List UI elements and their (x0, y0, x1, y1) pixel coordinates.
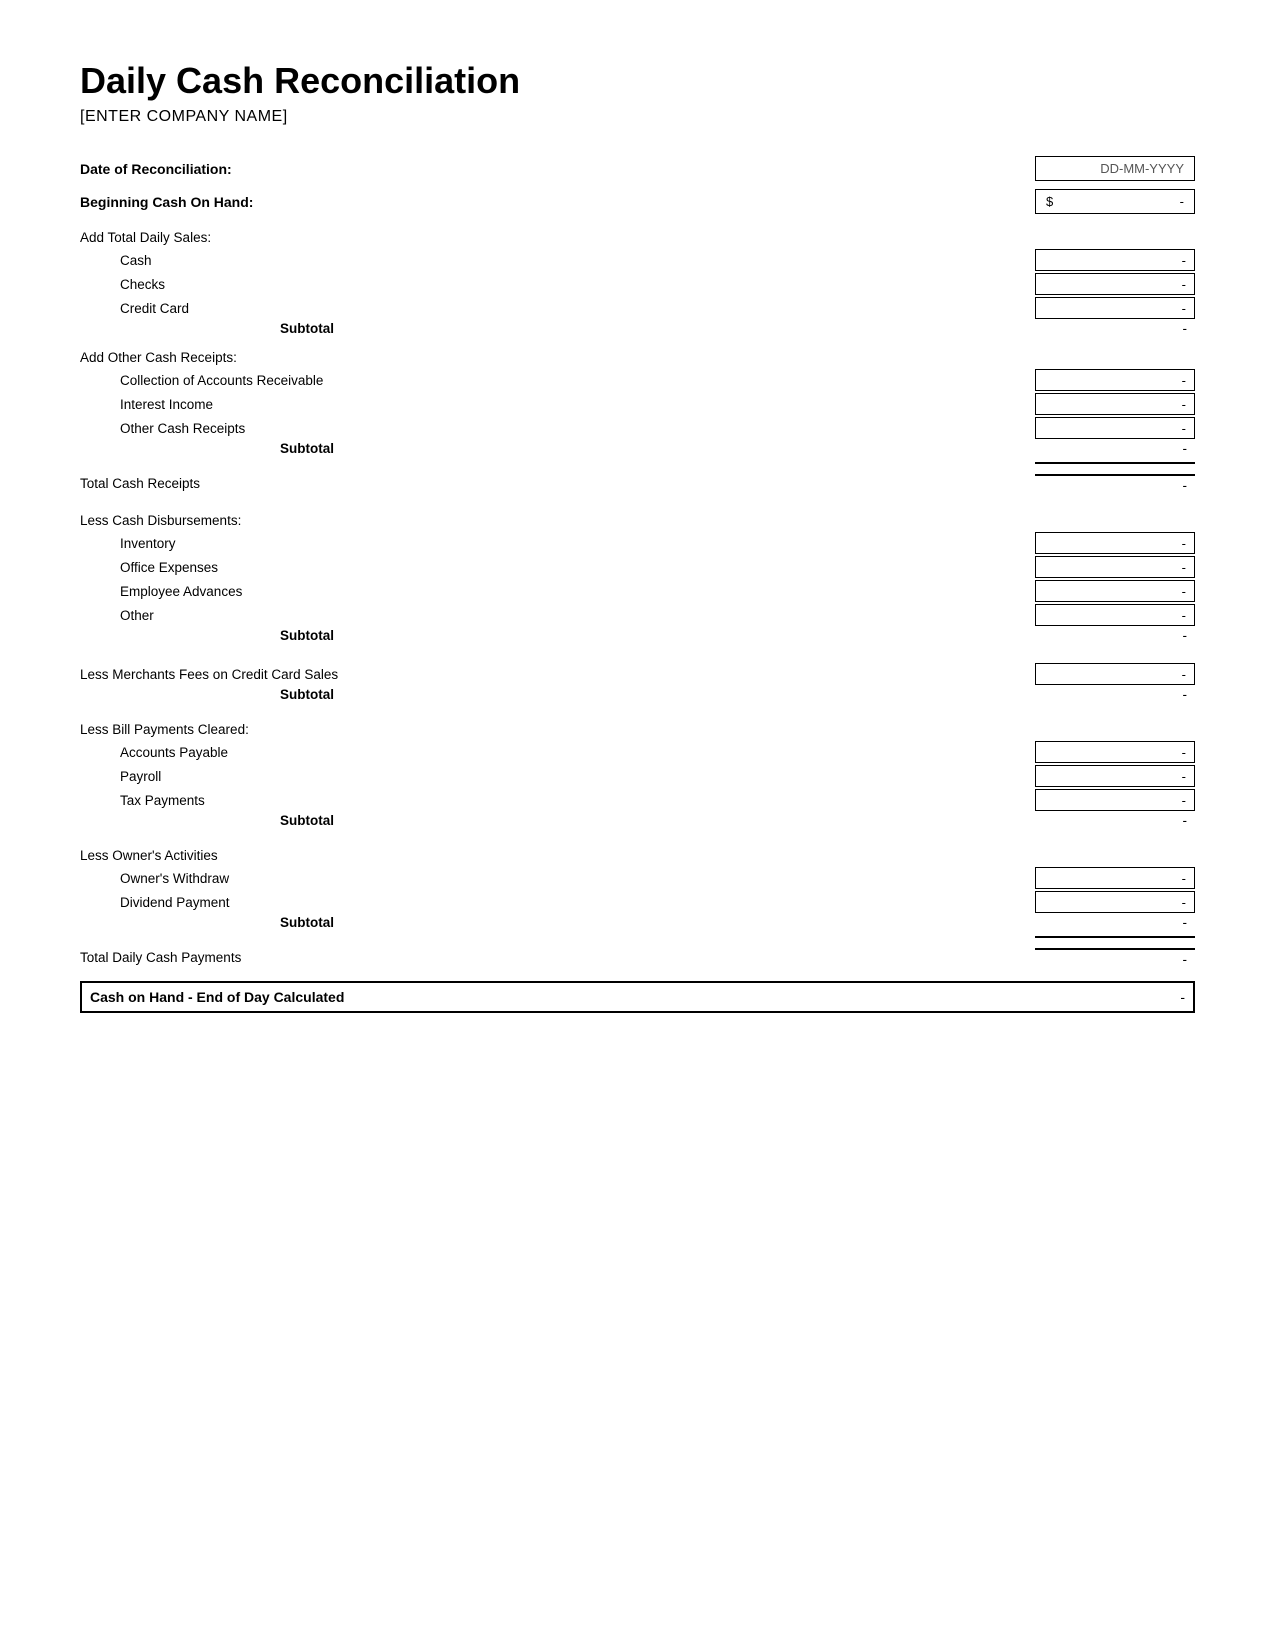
dollar-sign: $ (1046, 194, 1053, 209)
daily-sales-label: Add Total Daily Sales: (80, 230, 1195, 245)
date-label: Date of Reconciliation: (80, 161, 232, 177)
end-of-day-value: - (1180, 989, 1185, 1005)
tax-payments-input[interactable]: - (1035, 789, 1195, 811)
other-cash-receipts-input[interactable]: - (1035, 417, 1195, 439)
other-disbursements-input[interactable]: - (1035, 604, 1195, 626)
payroll-input[interactable]: - (1035, 765, 1195, 787)
date-input[interactable]: DD-MM-YYYY (1035, 156, 1195, 181)
interest-income-label: Interest Income (120, 397, 213, 412)
other-disbursements-label: Other (120, 608, 154, 623)
merchant-fees-input[interactable]: - (1035, 663, 1195, 685)
inventory-label: Inventory (120, 536, 176, 551)
owners-withdraw-input[interactable]: - (1035, 867, 1195, 889)
disbursements-label: Less Cash Disbursements: (80, 513, 1195, 528)
bill-payments-subtotal-value: - (1035, 813, 1195, 828)
page-title: Daily Cash Reconciliation (80, 60, 1195, 102)
other-receipts-label: Add Other Cash Receipts: (80, 350, 1195, 365)
dividend-payment-input[interactable]: - (1035, 891, 1195, 913)
credit-card-label: Credit Card (120, 301, 189, 316)
inventory-input[interactable]: - (1035, 532, 1195, 554)
accounts-payable-input[interactable]: - (1035, 741, 1195, 763)
bill-payments-subtotal-label: Subtotal (80, 813, 334, 828)
other-cash-receipts-label: Other Cash Receipts (120, 421, 245, 436)
credit-card-input[interactable]: - (1035, 297, 1195, 319)
cash-input[interactable]: - (1035, 249, 1195, 271)
total-daily-payments-label: Total Daily Cash Payments (80, 950, 241, 965)
cash-label: Cash (120, 253, 152, 268)
other-receipts-subtotal-label: Subtotal (80, 441, 334, 456)
owners-withdraw-label: Owner's Withdraw (120, 871, 229, 886)
employee-advances-label: Employee Advances (120, 584, 242, 599)
company-name: [ENTER COMPANY NAME] (80, 108, 1195, 126)
office-expenses-label: Office Expenses (120, 560, 218, 575)
daily-sales-subtotal-value: - (1035, 321, 1195, 336)
disbursements-subtotal-label: Subtotal (80, 628, 334, 643)
interest-income-input[interactable]: - (1035, 393, 1195, 415)
office-expenses-input[interactable]: - (1035, 556, 1195, 578)
beginning-cash-value: - (1180, 194, 1184, 209)
checks-label: Checks (120, 277, 165, 292)
owner-activities-subtotal-label: Subtotal (80, 915, 334, 930)
checks-input[interactable]: - (1035, 273, 1195, 295)
bill-payments-label: Less Bill Payments Cleared: (80, 722, 1195, 737)
payroll-label: Payroll (120, 769, 161, 784)
beginning-cash-input[interactable]: $ - (1035, 189, 1195, 214)
merchant-fees-subtotal-value: - (1035, 687, 1195, 702)
daily-sales-subtotal-label: Subtotal (80, 321, 334, 336)
owner-activities-subtotal-value: - (1035, 915, 1195, 930)
end-of-day-label: Cash on Hand - End of Day Calculated (90, 989, 344, 1005)
other-receipts-subtotal-value: - (1035, 441, 1195, 456)
ar-collection-input[interactable]: - (1035, 369, 1195, 391)
total-daily-payments-value: - (1035, 948, 1195, 967)
tax-payments-label: Tax Payments (120, 793, 205, 808)
disbursements-subtotal-value: - (1035, 628, 1195, 643)
total-cash-receipts-label: Total Cash Receipts (80, 476, 200, 491)
employee-advances-input[interactable]: - (1035, 580, 1195, 602)
beginning-cash-label: Beginning Cash On Hand: (80, 194, 253, 210)
owner-activities-label: Less Owner's Activities (80, 848, 1195, 863)
merchant-fees-subtotal-label: Subtotal (80, 687, 334, 702)
ar-collection-label: Collection of Accounts Receivable (120, 373, 323, 388)
merchant-fees-label: Less Merchants Fees on Credit Card Sales (80, 667, 338, 682)
accounts-payable-label: Accounts Payable (120, 745, 228, 760)
dividend-payment-label: Dividend Payment (120, 895, 230, 910)
total-cash-receipts-value: - (1035, 474, 1195, 493)
